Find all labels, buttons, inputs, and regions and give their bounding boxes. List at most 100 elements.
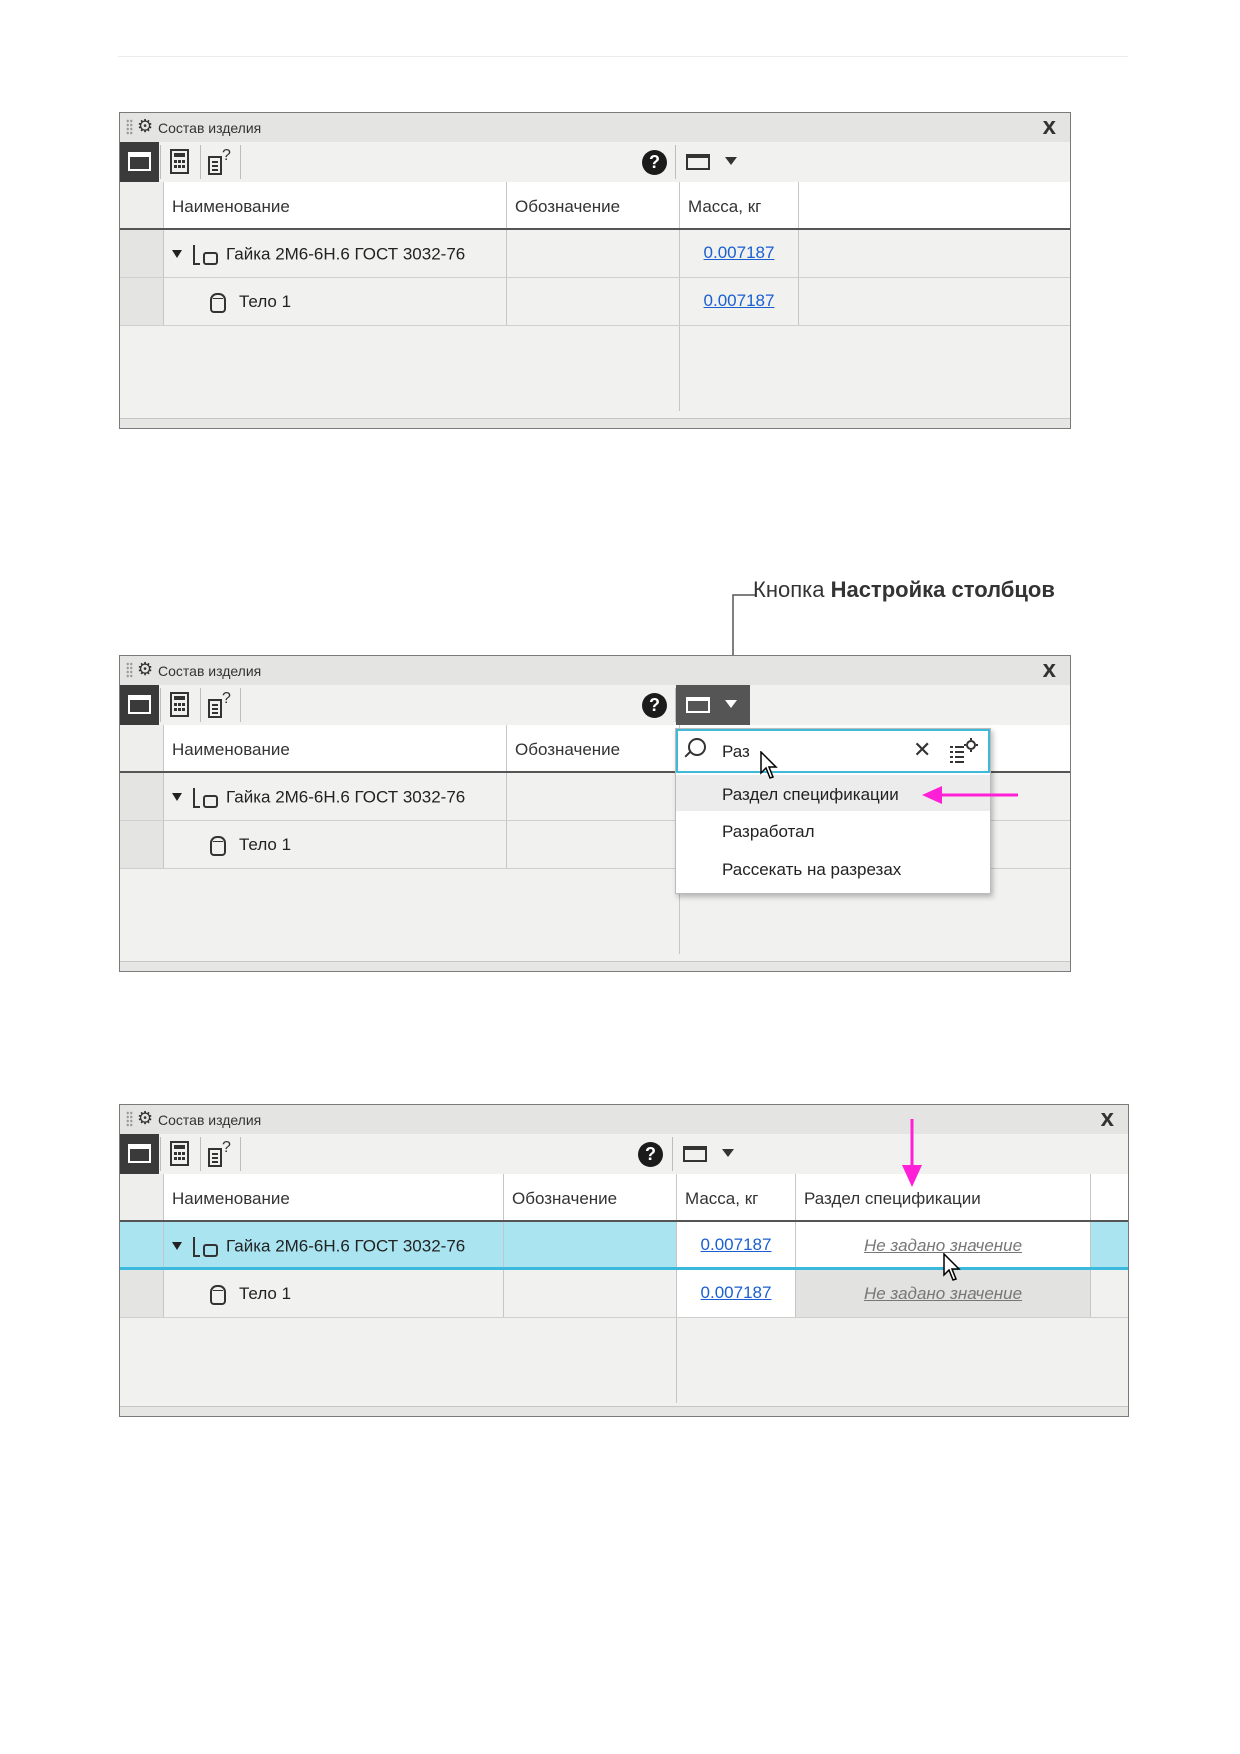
row-designation-cell[interactable] (506, 230, 679, 277)
panel-titlebar[interactable]: ⚙ Состав изделия x (120, 1105, 1128, 1134)
row-name-cell[interactable]: Тело 1 (163, 821, 506, 868)
column-settings-button[interactable] (676, 142, 750, 182)
gear-icon: ⚙ (137, 659, 154, 679)
row-designation-cell[interactable] (503, 1222, 676, 1269)
window-icon (686, 697, 710, 713)
drag-grip-icon[interactable] (126, 1111, 133, 1127)
close-icon[interactable]: x (1043, 656, 1056, 684)
row-name: Гайка 2М6-6Н.6 ГОСТ 3032-76 (226, 244, 466, 264)
column-header-designation[interactable]: Обозначение (503, 1174, 676, 1220)
help-icon[interactable]: ? (642, 150, 667, 175)
dropdown-item[interactable]: Рассекать на разрезах (676, 850, 990, 886)
row-gutter (120, 821, 163, 868)
row-mass-cell[interactable]: 0.007187 (679, 278, 798, 325)
column-picker-dropdown: Раз ✕ Раздел спецификации Разработал Рас… (675, 728, 991, 894)
column-settings-button[interactable] (676, 685, 750, 725)
window-icon (686, 154, 710, 170)
panel-title: Состав изделия (158, 663, 262, 679)
table-row[interactable]: Тело 1 0.007187 Не задано значение (120, 1270, 1128, 1318)
assembly-icon (191, 244, 218, 266)
search-icon (688, 738, 706, 756)
mass-link[interactable]: 0.007187 (704, 291, 775, 310)
list-settings-icon[interactable] (948, 737, 980, 767)
calc-help-button[interactable]: ? (200, 685, 239, 725)
help-icon[interactable]: ? (638, 1142, 663, 1167)
calculator-button[interactable] (160, 142, 199, 182)
column-search-field[interactable]: Раз ✕ (676, 729, 990, 773)
row-name-cell[interactable]: Гайка 2М6-6Н.6 ГОСТ 3032-76 (163, 230, 506, 277)
row-name: Тело 1 (239, 1284, 292, 1303)
column-header-mass[interactable]: Масса, кг (679, 182, 798, 228)
page-top-rule (118, 56, 1128, 57)
body-icon (210, 1284, 226, 1305)
view-table-button[interactable] (120, 1134, 159, 1174)
row-name-cell[interactable]: Тело 1 (163, 1270, 503, 1317)
row-gutter (120, 773, 163, 820)
row-designation-cell[interactable] (506, 821, 679, 868)
svg-text:?: ? (222, 147, 231, 164)
row-name-cell[interactable]: Гайка 2М6-6Н.6 ГОСТ 3032-76 (163, 773, 506, 820)
view-table-button[interactable] (120, 685, 159, 725)
pointer-arrow-left (922, 786, 1018, 804)
expand-caret-icon[interactable] (172, 249, 182, 258)
row-name-cell[interactable]: Гайка 2М6-6Н.6 ГОСТ 3032-76 (163, 1222, 503, 1269)
row-mass-cell[interactable]: 0.007187 (679, 230, 798, 277)
column-header-name[interactable]: Наименование (163, 182, 506, 228)
expand-caret-icon[interactable] (172, 792, 182, 801)
table-row[interactable]: Гайка 2М6-6Н.6 ГОСТ 3032-76 0.007187 (120, 230, 1070, 278)
mass-link[interactable]: 0.007187 (701, 1235, 772, 1254)
calculator-button[interactable] (160, 685, 199, 725)
calculator-icon (170, 149, 189, 174)
mass-link[interactable]: 0.007187 (704, 243, 775, 262)
calc-help-button[interactable]: ? (200, 142, 239, 182)
row-designation-cell[interactable] (506, 773, 679, 820)
expand-caret-icon[interactable] (172, 1241, 182, 1250)
table-header: Наименование Обозначение Масса, кг Разде… (120, 1174, 1128, 1222)
drag-grip-icon[interactable] (126, 662, 133, 678)
row-designation-cell[interactable] (503, 1270, 676, 1317)
table-header: Наименование Обозначение Масса, кг (120, 182, 1070, 230)
horizontal-scrollbar[interactable] (120, 961, 1070, 971)
pointer-arrow-down (902, 1119, 922, 1187)
calc-help-button[interactable]: ? (200, 1134, 239, 1174)
view-table-button[interactable] (120, 142, 159, 182)
row-mass-cell[interactable]: 0.007187 (676, 1270, 795, 1317)
column-settings-button[interactable] (673, 1134, 747, 1174)
help-icon[interactable]: ? (642, 693, 667, 718)
panel-toolbar: ? ? (120, 1134, 1128, 1175)
dropdown-item[interactable]: Разработал (676, 812, 990, 848)
drag-grip-icon[interactable] (126, 119, 133, 135)
assembly-icon (191, 1236, 218, 1258)
row-gutter (120, 230, 163, 277)
column-header-designation[interactable]: Обозначение (506, 182, 679, 228)
calculator-button[interactable] (160, 1134, 199, 1174)
row-gutter (120, 1270, 163, 1317)
close-icon[interactable]: x (1101, 1105, 1114, 1133)
row-mass-cell[interactable]: 0.007187 (676, 1222, 795, 1269)
column-search-input[interactable]: Раз (722, 742, 750, 762)
svg-text:?: ? (222, 690, 231, 707)
table-row[interactable]: Тело 1 0.007187 (120, 278, 1070, 326)
horizontal-scrollbar[interactable] (120, 1406, 1128, 1416)
column-header-spec-section[interactable]: Раздел спецификации (795, 1174, 1090, 1220)
toolbar-divider (200, 688, 201, 722)
column-divider (679, 326, 680, 411)
row-designation-cell[interactable] (506, 278, 679, 325)
column-header-empty (798, 182, 1070, 228)
column-header-name[interactable]: Наименование (163, 1174, 503, 1220)
toolbar-divider (200, 1137, 201, 1171)
close-icon[interactable]: x (1043, 113, 1056, 141)
column-header-name[interactable]: Наименование (163, 725, 506, 771)
panel-titlebar[interactable]: ⚙ Состав изделия x (120, 113, 1070, 142)
toolbar-divider (240, 688, 241, 722)
column-header-designation[interactable]: Обозначение (506, 725, 679, 771)
horizontal-scrollbar[interactable] (120, 418, 1070, 428)
mass-link[interactable]: 0.007187 (701, 1283, 772, 1302)
table-row-selected[interactable]: Гайка 2М6-6Н.6 ГОСТ 3032-76 0.007187 Не … (120, 1222, 1128, 1270)
panel-toolbar: ? ? (120, 685, 1070, 726)
row-name-cell[interactable]: Тело 1 (163, 278, 506, 325)
header-gutter (120, 1174, 163, 1220)
column-header-mass[interactable]: Масса, кг (676, 1174, 795, 1220)
clear-icon[interactable]: ✕ (913, 737, 931, 763)
panel-titlebar[interactable]: ⚙ Состав изделия x (120, 656, 1070, 685)
